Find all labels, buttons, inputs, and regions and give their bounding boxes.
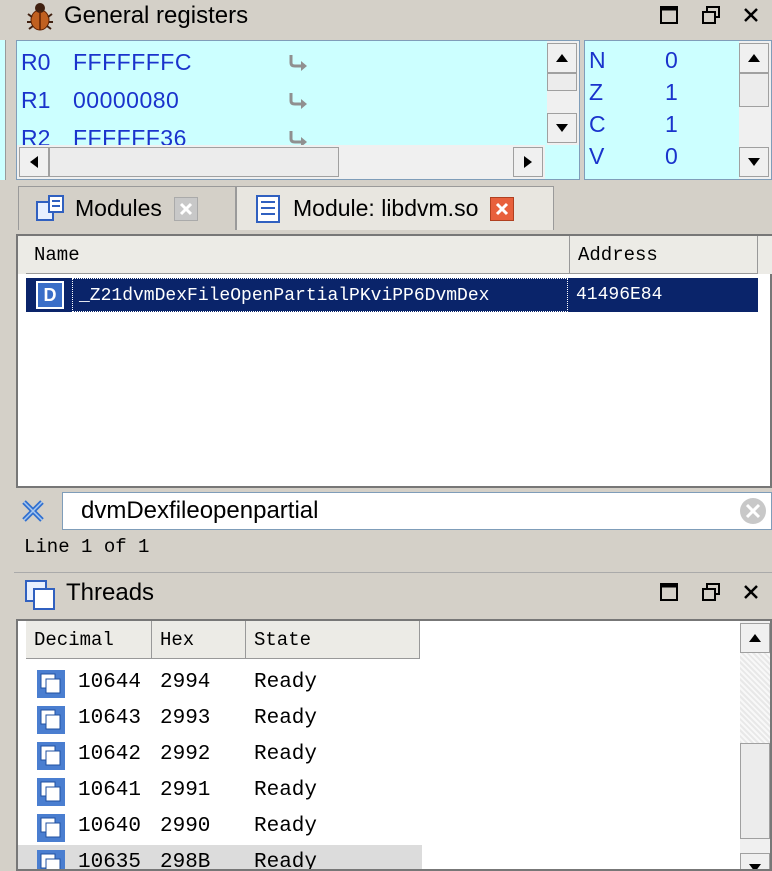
thread-icon: [36, 849, 66, 869]
scroll-thumb[interactable]: [49, 147, 339, 177]
scroll-left-icon[interactable]: [19, 147, 49, 177]
flags-list[interactable]: N 0 Z 1 C 1 V 0: [584, 40, 772, 180]
close-icon[interactable]: [738, 579, 764, 605]
scroll-right-icon[interactable]: [513, 147, 543, 177]
scroll-thumb[interactable]: [739, 73, 769, 107]
scroll-thumb[interactable]: [547, 73, 577, 91]
table-row[interactable]: 10635 298B Ready: [18, 845, 422, 869]
table-row[interactable]: 10643 2993 Ready: [18, 701, 422, 737]
maximize-icon[interactable]: [656, 579, 682, 605]
column-header-decimal[interactable]: Decimal: [26, 621, 152, 659]
scroll-up-icon[interactable]: [740, 623, 770, 653]
column-header-name[interactable]: Name: [26, 236, 570, 274]
registers-hscrollbar[interactable]: [17, 145, 545, 179]
tab-module-libdvm[interactable]: Module: libdvm.so: [236, 186, 554, 230]
float-icon[interactable]: [698, 2, 724, 28]
column-header-hex[interactable]: Hex: [152, 621, 246, 659]
tab-modules-label: Modules: [75, 195, 162, 221]
registers-vscrollbar[interactable]: [547, 41, 579, 145]
jump-arrow-icon[interactable]: [287, 89, 309, 117]
table-row[interactable]: 10644 2994 Ready: [18, 665, 422, 701]
threads-vscrollbar[interactable]: [740, 621, 770, 869]
flags-vscrollbar[interactable]: [739, 41, 771, 179]
close-icon[interactable]: [738, 2, 764, 28]
module-address: 41496E84: [576, 285, 663, 305]
thread-icon: [36, 813, 66, 843]
registers-panel-title: General registers: [64, 2, 249, 29]
table-row[interactable]: 10640 2990 Ready: [18, 809, 422, 845]
jump-arrow-icon[interactable]: [287, 127, 309, 145]
threads-icon: [24, 579, 56, 611]
float-icon[interactable]: [698, 579, 724, 605]
module-table-header: Name Address: [18, 236, 772, 274]
scroll-track[interactable]: [740, 653, 770, 743]
module-file-icon: [253, 194, 283, 224]
close-tab-icon[interactable]: [490, 196, 515, 221]
bug-icon: [24, 2, 56, 32]
tab-module-libdvm-label: Module: libdvm.so: [293, 195, 479, 221]
jump-arrow-icon[interactable]: [287, 51, 309, 79]
tab-modules[interactable]: Modules: [18, 186, 236, 230]
threads-panel-title: Threads: [66, 579, 155, 606]
table-row[interactable]: 10641 2991 Ready: [18, 773, 422, 809]
close-search-icon[interactable]: [18, 496, 48, 526]
search-input[interactable]: dvmDexfileopenpartial: [62, 492, 772, 530]
table-row[interactable]: D _Z21dvmDexFileOpenPartialPKviPP6DvmDex…: [26, 278, 758, 312]
thread-icon: [36, 741, 66, 771]
scroll-down-icon[interactable]: [740, 853, 770, 869]
thread-icon: [36, 777, 66, 807]
column-header-state[interactable]: State: [246, 621, 420, 659]
registers-list[interactable]: R0 FFFFFFFC R1 00000080 R2 FFFFFF36: [16, 40, 580, 180]
scroll-down-icon[interactable]: [547, 113, 577, 143]
threads-table-header: Decimal Hex State: [18, 621, 422, 659]
scroll-down-icon[interactable]: [739, 147, 769, 177]
table-row[interactable]: 10642 2992 Ready: [18, 737, 422, 773]
thread-icon: [36, 705, 66, 735]
close-tab-icon[interactable]: [173, 196, 198, 221]
module-type-badge: D: [36, 281, 64, 309]
module-symbol-name: _Z21dvmDexFileOpenPartialPKviPP6DvmDex: [72, 278, 568, 312]
scroll-thumb[interactable]: [740, 743, 770, 839]
scroll-up-icon[interactable]: [547, 43, 577, 73]
search-status: Line 1 of 1: [24, 536, 150, 558]
scroll-up-icon[interactable]: [739, 43, 769, 73]
left-splitter: [0, 40, 6, 180]
modules-icon: [35, 194, 65, 224]
registers-panel: General registers R0 FFFFFFFC R1 0000008…: [0, 0, 772, 182]
threads-table: Decimal Hex State 10644 2994 Ready 10643…: [16, 619, 772, 871]
thread-icon: [36, 669, 66, 699]
module-table: Name Address D _Z21dvmDexFileOpenPartial…: [16, 234, 772, 488]
clear-search-icon[interactable]: [739, 497, 767, 525]
threads-panel: Threads Decimal Hex State 10644 2994 Rea…: [14, 572, 772, 871]
maximize-icon[interactable]: [656, 2, 682, 28]
column-header-address[interactable]: Address: [570, 236, 758, 274]
